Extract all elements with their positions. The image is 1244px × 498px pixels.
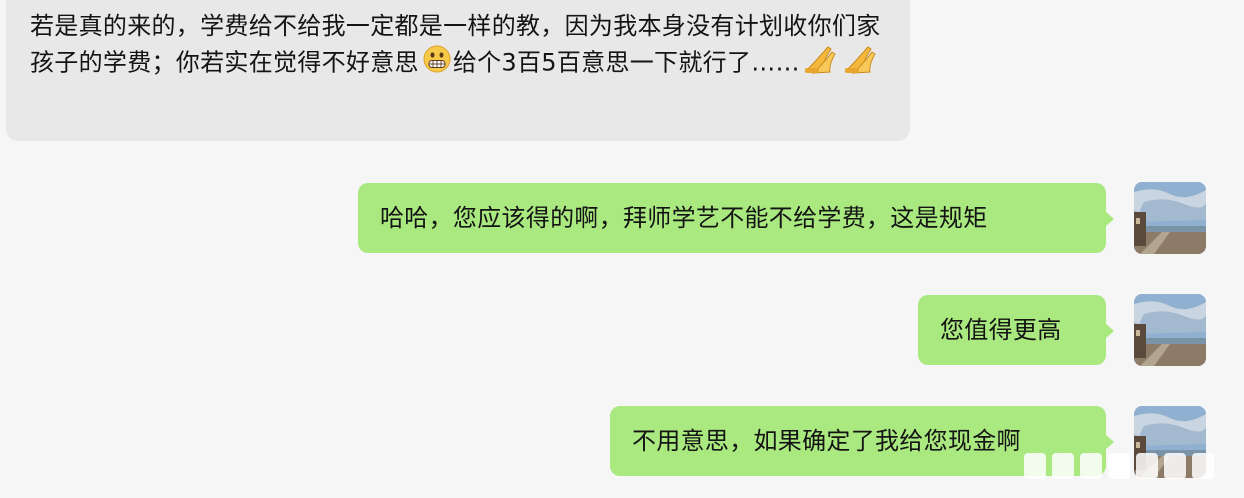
outgoing-message-text: 哈哈，您应该得的啊，拜师学艺不能不给学费，这是规矩 [380,203,988,232]
avatar[interactable] [1134,182,1206,254]
outgoing-message-bubble[interactable]: 您值得更高 [918,295,1114,365]
blurred-overlay-strip [1024,446,1234,486]
blur-block [1080,453,1102,479]
blur-block [1192,453,1214,479]
outgoing-message-bubble[interactable]: 哈哈，您应该得的啊，拜师学艺不能不给学费，这是规矩 [358,183,1114,253]
blur-block [1108,453,1130,479]
seaside-photo-icon [1134,294,1206,366]
outgoing-message-text: 您值得更高 [940,315,1062,344]
seaside-photo-icon [1134,182,1206,254]
blur-block [1164,453,1186,479]
blur-block [1052,453,1074,479]
praying-hands-icon [804,43,838,84]
incoming-message-bubble[interactable]: 若是真的来的，学费给不给我一定都是一样的教，因为我本身没有计划收你们家孩子的学费… [6,0,910,141]
blur-block [1024,453,1046,479]
blur-block [1136,453,1158,479]
avatar[interactable] [1134,294,1206,366]
praying-hands-icon [844,43,878,84]
grimacing-emoji-icon [423,45,451,82]
incoming-message-text-part2: 给个3百5百意思一下就行了…… [452,48,800,77]
outgoing-message-text: 不用意思，如果确定了我给您现金啊 [632,426,1021,455]
